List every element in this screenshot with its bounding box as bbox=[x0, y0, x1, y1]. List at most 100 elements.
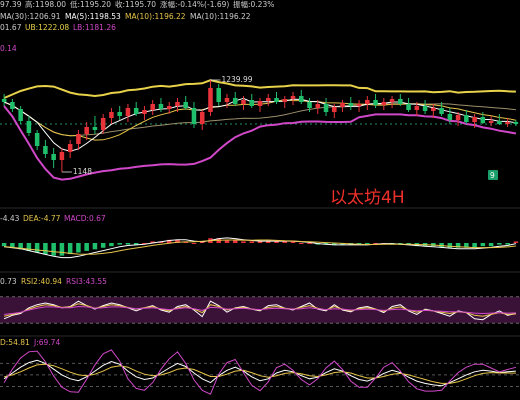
macd-bar bbox=[51, 243, 56, 256]
candle-body bbox=[373, 100, 378, 105]
macd-bar bbox=[488, 243, 494, 247]
candle-body bbox=[175, 102, 180, 106]
boll-upper-line bbox=[3, 79, 516, 99]
macd-bar bbox=[505, 243, 510, 245]
macd-bar bbox=[43, 243, 48, 255]
candle-body bbox=[142, 110, 147, 114]
candle-body bbox=[414, 106, 420, 110]
candle-body bbox=[439, 108, 444, 114]
candle-body bbox=[299, 96, 304, 102]
candle-body bbox=[166, 106, 172, 109]
corner-label: 0.14 bbox=[0, 44, 17, 53]
candle-body bbox=[67, 144, 73, 152]
macd-bar bbox=[92, 243, 98, 250]
boll-legend: UB:1222.08 bbox=[25, 23, 70, 32]
candle-body bbox=[315, 104, 321, 108]
header-value: 收:1195.70 bbox=[115, 0, 157, 9]
candle-body bbox=[381, 102, 387, 105]
candle-body bbox=[513, 122, 519, 124]
macd-legend: MACD:0.67 bbox=[64, 214, 106, 223]
ma-legend: MA(30):1206.91 bbox=[0, 12, 61, 21]
candle-body bbox=[224, 98, 230, 102]
macd-bar bbox=[191, 243, 197, 244]
macd-bar bbox=[100, 243, 106, 248]
candle-body bbox=[290, 96, 296, 99]
candle-body bbox=[480, 117, 486, 123]
candle-body bbox=[1, 99, 7, 102]
candle-body bbox=[406, 104, 411, 110]
macd-bar bbox=[282, 241, 288, 243]
macd-bar bbox=[497, 243, 502, 245]
candle-body bbox=[431, 108, 436, 111]
kdj-k-line bbox=[3, 359, 516, 387]
candle-body bbox=[232, 98, 238, 104]
candle-body bbox=[365, 100, 370, 104]
macd-legend: -4.43 bbox=[0, 214, 20, 223]
kdj-legend: J:69.74 bbox=[34, 338, 61, 347]
candle-body bbox=[109, 112, 114, 118]
candle-body bbox=[59, 152, 65, 160]
macd-bar bbox=[257, 241, 263, 243]
candle-body bbox=[84, 127, 89, 134]
header-value: 涨幅:-0.14%(-1.69) bbox=[160, 0, 230, 9]
rsi-legend: RSI3:43.55 bbox=[66, 277, 107, 286]
candle-body bbox=[34, 133, 40, 146]
candle-body bbox=[340, 103, 345, 107]
candle-body bbox=[455, 115, 461, 120]
signal-badge-label: 9 bbox=[490, 170, 495, 180]
boll-legend: 01.67 bbox=[0, 23, 22, 32]
candle-body bbox=[389, 99, 395, 102]
low-price-label: 1148 bbox=[72, 167, 92, 176]
macd-bar bbox=[84, 243, 89, 251]
candle-body bbox=[249, 100, 255, 106]
candle-body bbox=[274, 98, 279, 102]
candle-body bbox=[10, 102, 15, 109]
macd-bar bbox=[125, 243, 131, 245]
candle-body bbox=[488, 121, 494, 123]
candle-body bbox=[348, 103, 354, 106]
chart-canvas bbox=[0, 79, 520, 395]
ma-legend: MA(5):1198.53 bbox=[65, 12, 121, 21]
header-value: 低:1195.20 bbox=[70, 0, 112, 9]
macd-bar bbox=[67, 243, 73, 255]
header-value: 振幅:0.23% bbox=[233, 0, 275, 9]
macd-bar bbox=[513, 241, 519, 243]
candle-body bbox=[464, 115, 469, 122]
candle-body bbox=[18, 109, 23, 121]
rsi-legend: 0.73 bbox=[0, 277, 17, 286]
candle-body bbox=[158, 104, 164, 109]
macd-bar bbox=[249, 241, 255, 243]
macd-bar bbox=[241, 241, 246, 243]
macd-bar bbox=[117, 243, 122, 245]
macd-bar bbox=[109, 243, 114, 247]
header-value: 97.39 bbox=[0, 0, 22, 9]
candle-body bbox=[422, 106, 428, 111]
macd-bar bbox=[76, 243, 81, 253]
macd-bar bbox=[307, 243, 312, 244]
candle-body bbox=[92, 127, 98, 130]
macd-bar bbox=[59, 243, 65, 256]
candle-body bbox=[497, 121, 502, 124]
ma-legend: MA(10):1196.22 bbox=[125, 12, 186, 21]
macd-bar bbox=[299, 243, 304, 244]
candle-body bbox=[51, 154, 56, 160]
candle-body bbox=[199, 112, 205, 124]
candle-body bbox=[183, 102, 188, 108]
candle-body bbox=[282, 99, 288, 102]
candle-body bbox=[43, 146, 48, 154]
macd-bar bbox=[34, 243, 40, 253]
candle-body bbox=[332, 107, 337, 112]
candle-body bbox=[447, 114, 453, 120]
macd-legend: DEA:-4.77 bbox=[23, 214, 61, 223]
candle-body bbox=[472, 117, 477, 122]
candle-body bbox=[216, 88, 221, 102]
header-value: 高:1198.00 bbox=[25, 0, 67, 9]
watermark-label: 以太坊4H bbox=[330, 188, 405, 208]
candle-body bbox=[398, 99, 403, 104]
candle-body bbox=[505, 122, 510, 124]
candle-body bbox=[100, 118, 106, 130]
ma-legend: MA(10):1196.22 bbox=[190, 12, 251, 21]
macd-bar bbox=[265, 241, 271, 243]
candle-body bbox=[76, 134, 81, 144]
candle-body bbox=[125, 108, 131, 116]
